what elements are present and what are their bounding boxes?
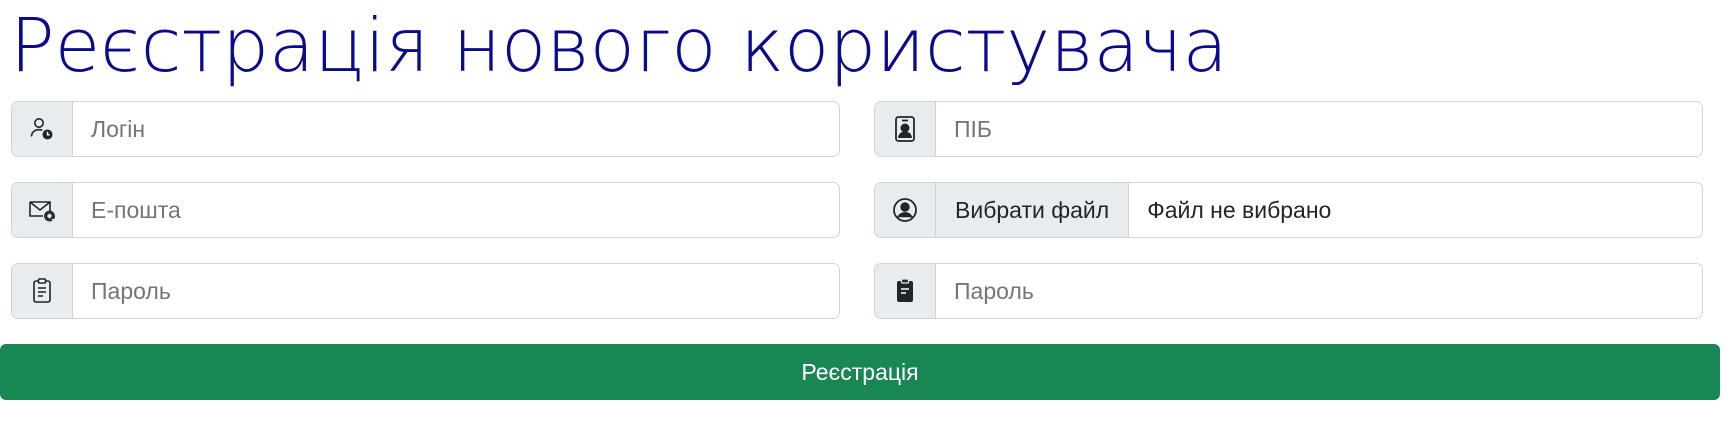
registration-page: Реєстрація нового користувача Логін Е-по…: [0, 0, 1732, 445]
page-title: Реєстрація нового користувача: [10, 3, 1228, 89]
password-input[interactable]: [73, 264, 839, 318]
clipboard-text-icon: [12, 264, 73, 318]
full-name-input-group: [874, 101, 1703, 157]
email-input[interactable]: [73, 183, 839, 237]
person-clock-icon: [12, 102, 73, 156]
envelope-at-icon: [12, 183, 73, 237]
choose-file-button[interactable]: Вибрати файл: [936, 183, 1130, 237]
file-status-text: Файл не вибрано: [1147, 196, 1332, 223]
login-input[interactable]: [73, 102, 839, 156]
full-name-input[interactable]: [936, 102, 1702, 156]
password-input-group: [11, 263, 840, 319]
register-button[interactable]: Реєстрація: [0, 344, 1720, 400]
person-circle-icon: [875, 183, 936, 237]
login-input-group: [11, 101, 840, 157]
password-confirm-input-group: [874, 263, 1703, 319]
clipboard-filled-icon: [875, 264, 936, 318]
person-badge-icon: [875, 102, 936, 156]
email-input-group: [11, 182, 840, 238]
avatar-file-group: Вибрати файл Файл не вибрано: [874, 182, 1703, 238]
password-confirm-input[interactable]: [936, 264, 1702, 318]
